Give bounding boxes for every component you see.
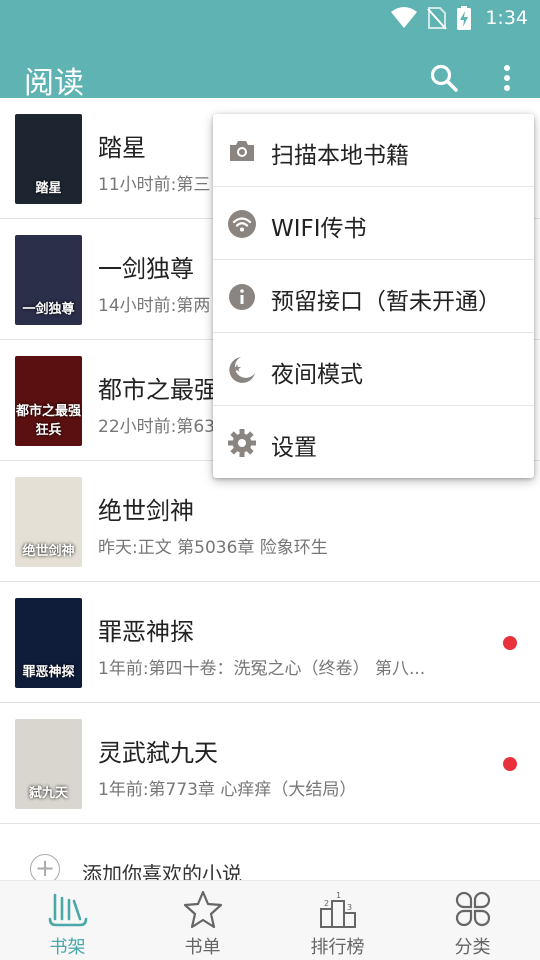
svg-text:2: 2 [324, 899, 329, 908]
menu-item-wifi-transfer[interactable]: WIFI传书 [213, 187, 534, 260]
bottom-navigation: 书架 书单 12 3 排行榜 分类 [0, 880, 540, 960]
book-cover: 一剑独尊 [15, 235, 82, 325]
wifi-signal-icon [391, 7, 418, 28]
book-title: 一剑独尊 [98, 255, 194, 283]
info-icon [229, 284, 255, 310]
book-cover-title: 弑九天 [28, 786, 68, 801]
menu-item-label: 预留接口（暂未开通） [271, 289, 501, 315]
book-title: 灵武弑九天 [98, 739, 218, 767]
book-cover: 踏星 [15, 114, 82, 204]
nav-category[interactable]: 分类 [405, 881, 540, 960]
book-title: 绝世剑神 [98, 497, 194, 525]
menu-item-label: 夜间模式 [271, 362, 363, 388]
book-list-item[interactable]: 弑九天 灵武弑九天 1年前:第773章 心痒痒（大结局） [0, 703, 540, 824]
more-vert-icon[interactable] [494, 62, 520, 94]
book-cover-title: 踏星 [35, 181, 62, 196]
book-latest-chapter: 11小时前:第三 [98, 175, 211, 195]
book-title: 都市之最强 [98, 376, 218, 404]
book-title: 罪恶神探 [98, 618, 194, 646]
podium-icon: 12 3 [319, 891, 356, 928]
no-sim-icon [427, 7, 448, 30]
night-mode-icon [229, 357, 255, 383]
status-time: 1:34 [485, 7, 528, 29]
book-latest-chapter: 1年前:第773章 心痒痒（大结局） [98, 780, 357, 800]
book-list-item[interactable]: 罪恶神探 罪恶神探 1年前:第四十卷：洗冤之心（终卷） 第八... [0, 582, 540, 703]
book-cover: 弑九天 [15, 719, 82, 809]
menu-item-label: 扫描本地书籍 [271, 143, 409, 169]
search-icon[interactable] [428, 62, 460, 94]
menu-item-reserved[interactable]: 预留接口（暂未开通） [213, 260, 534, 333]
add-book-row[interactable]: + 添加你喜欢的小说 [0, 824, 540, 886]
book-latest-chapter: 昨天:正文 第5036章 险象环生 [98, 538, 328, 558]
book-cover-title: 一剑独尊 [22, 302, 75, 317]
nav-label: 排行榜 [310, 937, 365, 958]
menu-item-label: 设置 [271, 435, 317, 461]
menu-item-night-mode[interactable]: 夜间模式 [213, 333, 534, 406]
overflow-menu: 扫描本地书籍 WIFI传书 预留接口（暂未开通） 夜间模式 设置 [213, 114, 534, 478]
book-latest-chapter: 22小时前:第63 [98, 417, 215, 437]
bookshelf-icon [48, 893, 87, 927]
app-title: 阅读 [24, 66, 84, 101]
wifi-icon [228, 210, 256, 238]
nav-booklist[interactable]: 书单 [135, 881, 270, 960]
book-title: 踏星 [98, 134, 146, 162]
gear-icon [228, 429, 256, 457]
battery-charging-icon [457, 6, 472, 30]
svg-text:3: 3 [347, 903, 352, 912]
nav-label: 书架 [49, 937, 86, 958]
screen: 1:34 阅读 踏星 踏星 11小时前:第三 一剑独尊 一剑独尊 14小时前:第两 都市之最… [0, 0, 540, 960]
nav-label: 分类 [454, 937, 491, 958]
book-cover-title: 罪恶神探 [22, 665, 75, 680]
book-latest-chapter: 1年前:第四十卷：洗冤之心（终卷） 第八... [98, 659, 426, 679]
book-latest-chapter: 14小时前:第两 [98, 296, 211, 316]
star-icon [183, 890, 222, 929]
svg-text:1: 1 [336, 891, 341, 900]
book-cover: 罪恶神探 [15, 598, 82, 688]
menu-item-label: WIFI传书 [271, 216, 367, 242]
camera-icon [230, 141, 254, 161]
book-cover: 绝世剑神 [15, 477, 82, 567]
status-bar: 1:34 [0, 0, 540, 36]
update-badge [503, 757, 517, 771]
nav-label: 书单 [184, 937, 221, 958]
book-cover-title: 都市之最强狂兵 [15, 404, 81, 438]
category-icon [455, 891, 490, 927]
book-cover: 都市之最强狂兵 [15, 356, 82, 446]
nav-ranking[interactable]: 12 3 排行榜 [270, 881, 405, 960]
update-badge [503, 636, 517, 650]
book-cover-title: 绝世剑神 [22, 544, 75, 559]
menu-item-scan-local[interactable]: 扫描本地书籍 [213, 114, 534, 187]
book-list-item[interactable]: 绝世剑神 绝世剑神 昨天:正文 第5036章 险象环生 [0, 461, 540, 582]
menu-item-settings[interactable]: 设置 [213, 406, 534, 479]
nav-bookshelf[interactable]: 书架 [0, 881, 135, 960]
